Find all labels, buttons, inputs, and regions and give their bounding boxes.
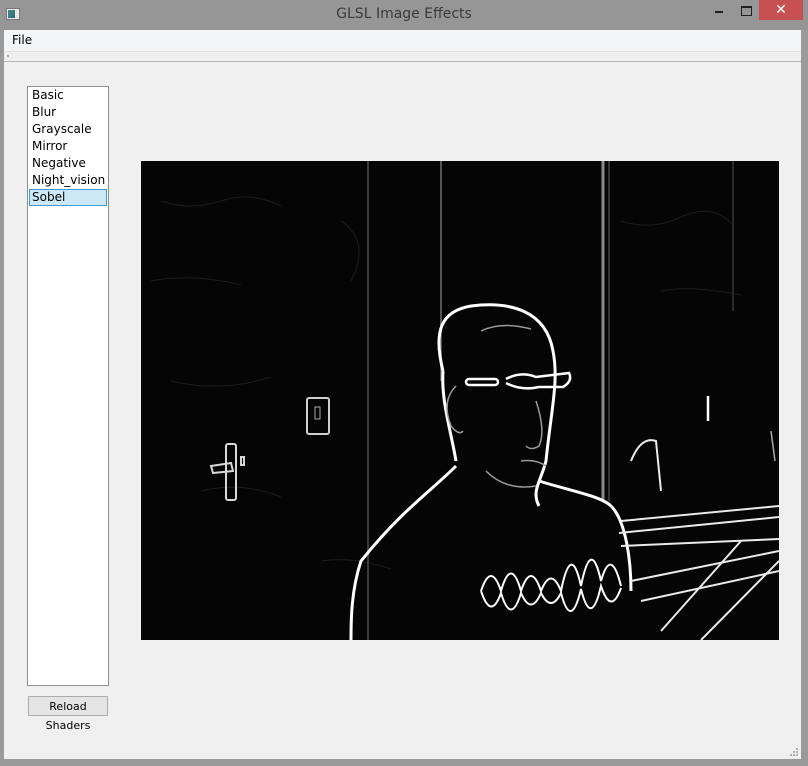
shader-item-mirror[interactable]: Mirror — [29, 138, 107, 155]
menu-bar: File — [4, 30, 801, 52]
shader-item-sobel[interactable]: Sobel — [29, 189, 107, 206]
shader-item-night-vision[interactable]: Night_vision — [29, 172, 107, 189]
shader-item-grayscale[interactable]: Grayscale — [29, 121, 107, 138]
window-title: GLSL Image Effects — [336, 6, 472, 22]
main-window: File Basic Blur Grayscale Mirror Negativ… — [4, 30, 801, 759]
maximize-button[interactable] — [733, 0, 759, 20]
sobel-image — [141, 161, 779, 640]
shader-item-blur[interactable]: Blur — [29, 104, 107, 121]
menu-file[interactable]: File — [12, 33, 32, 47]
toolbar — [4, 52, 801, 62]
shader-list[interactable]: Basic Blur Grayscale Mirror Negative Nig… — [27, 86, 109, 686]
shader-item-basic[interactable]: Basic — [29, 87, 107, 104]
close-icon: ✕ — [775, 2, 787, 18]
toolbar-grip-icon[interactable] — [7, 55, 9, 57]
minimize-button[interactable] — [705, 0, 733, 20]
minimize-icon — [715, 11, 723, 13]
title-bar: GLSL Image Effects ✕ — [0, 0, 808, 30]
resize-grip-icon[interactable] — [790, 748, 798, 756]
image-view — [141, 161, 779, 640]
close-button[interactable]: ✕ — [759, 0, 803, 20]
shader-item-negative[interactable]: Negative — [29, 155, 107, 172]
reload-shaders-button[interactable]: Reload Shaders — [28, 696, 108, 732]
maximize-icon — [741, 6, 752, 16]
image-background — [141, 161, 779, 640]
